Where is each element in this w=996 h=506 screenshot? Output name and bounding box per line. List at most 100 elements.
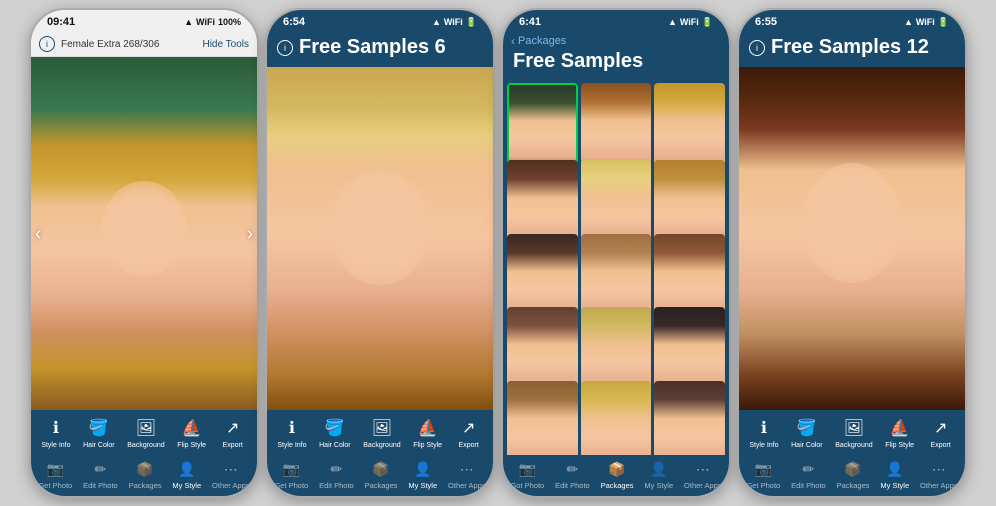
background-tool-2[interactable]: 🖼 Background: [363, 416, 400, 449]
camera-icon-2: 📷: [279, 459, 303, 479]
export-icon-4: ↗: [927, 416, 955, 440]
tab-packages-2[interactable]: 📦 Packages: [365, 459, 398, 490]
other-apps-icon: ⋯: [219, 459, 243, 479]
nav-bar-4: i Free Samples 12: [739, 32, 965, 67]
style-thumb-13[interactable]: 13: [507, 381, 578, 455]
packages-icon-4: 📦: [841, 459, 865, 479]
status-time-1: 09:41: [47, 16, 75, 28]
tab-other-apps-4[interactable]: ⋯ Other Apps: [920, 459, 958, 490]
status-icons-1: ▲ WiFi 100%: [184, 17, 241, 27]
hair-color-tool-2[interactable]: 🪣 Hair Color: [319, 416, 351, 449]
flip-style-icon-4: ⛵: [886, 416, 914, 440]
my-style-icon-3: 👤: [647, 459, 671, 479]
hair-color-tool-4[interactable]: 🪣 Hair Color: [791, 416, 823, 449]
style-info-icon-4: ℹ: [750, 416, 778, 440]
status-icons-3: ▲ WiFi 🔋: [668, 17, 713, 28]
tab-other-apps-3[interactable]: ⋯ Other Apps: [684, 459, 722, 490]
toolbar-1: ℹ Style Info 🪣 Hair Color 🖼 Background ⛵…: [31, 410, 257, 455]
background-icon-4: 🖼: [840, 416, 868, 440]
style-info-tool-2[interactable]: ℹ Style Info: [277, 416, 306, 449]
main-photo-2: [267, 67, 493, 410]
tab-other-apps-1[interactable]: ⋯ Other Apps: [212, 459, 250, 490]
status-time-4: 6:55: [755, 16, 777, 28]
nav-title-3: Free Samples: [513, 50, 643, 72]
phone-2: 6:54 ▲ WiFi 🔋 i Free Samples 6 ℹ Style I…: [265, 8, 495, 498]
tab-get-photo-1[interactable]: 📷 Get Photo: [38, 459, 72, 490]
tab-get-photo-2[interactable]: 📷 Get Photo: [274, 459, 308, 490]
export-tool-4[interactable]: ↗ Export: [927, 416, 955, 449]
nav-title-1: Female Extra 268/306: [61, 39, 159, 50]
status-bar-4: 6:55 ▲ WiFi 🔋: [739, 10, 965, 32]
nav-title-4: Free Samples 12: [771, 36, 929, 59]
back-chevron-3: ‹: [511, 34, 515, 48]
bottom-tabs-3: 📷 Got Photo ✏ Edit Photo 📦 Packages 👤 My…: [503, 455, 729, 496]
flip-style-tool[interactable]: ⛵ Flip Style: [177, 416, 206, 449]
tab-edit-photo-2[interactable]: ✏ Edit Photo: [319, 459, 354, 490]
export-tool-2[interactable]: ↗ Export: [455, 416, 483, 449]
battery-icon: 100%: [218, 17, 241, 27]
status-icons-4: ▲ WiFi 🔋: [904, 17, 949, 28]
battery-icon-4: 🔋: [938, 17, 949, 28]
edit-icon-2: ✏: [324, 459, 348, 479]
tab-my-style-3[interactable]: 👤 My Style: [644, 459, 673, 490]
info-icon-2[interactable]: i: [277, 40, 293, 56]
info-icon-1[interactable]: i: [39, 36, 55, 52]
hair-color-icon-2: 🪣: [321, 416, 349, 440]
tab-my-style-1[interactable]: 👤 My Style: [172, 459, 201, 490]
status-time-2: 6:54: [283, 16, 305, 28]
tab-get-photo-4[interactable]: 📷 Get Photo: [746, 459, 780, 490]
hair-color-tool[interactable]: 🪣 Hair Color: [83, 416, 115, 449]
wifi-icon-3: WiFi: [680, 17, 699, 27]
hide-tools-button[interactable]: Hide Tools: [202, 39, 249, 50]
tab-packages-3[interactable]: 📦 Packages: [601, 459, 634, 490]
export-tool[interactable]: ↗ Export: [219, 416, 247, 449]
nav-bar-2: i Free Samples 6: [267, 32, 493, 67]
toolbar-2: ℹ Style Info 🪣 Hair Color 🖼 Background ⛵…: [267, 410, 493, 455]
style-thumb-14[interactable]: 14: [581, 381, 652, 455]
other-apps-icon-2: ⋯: [455, 459, 479, 479]
my-style-icon-2: 👤: [411, 459, 435, 479]
next-style-arrow[interactable]: ›: [247, 223, 253, 244]
status-time-3: 6:41: [519, 16, 541, 28]
flip-style-tool-2[interactable]: ⛵ Flip Style: [413, 416, 442, 449]
bottom-tabs-2: 📷 Get Photo ✏ Edit Photo 📦 Packages 👤 My…: [267, 455, 493, 496]
background-tool[interactable]: 🖼 Background: [127, 416, 164, 449]
main-photo-4: [739, 67, 965, 410]
tab-edit-photo-3[interactable]: ✏ Edit Photo: [555, 459, 590, 490]
tab-packages-4[interactable]: 📦 Packages: [837, 459, 870, 490]
style-grid: 1 2 3 4 5 6: [503, 79, 729, 455]
status-bar-2: 6:54 ▲ WiFi 🔋: [267, 10, 493, 32]
battery-icon-2: 🔋: [466, 17, 477, 28]
tab-other-apps-2[interactable]: ⋯ Other Apps: [448, 459, 486, 490]
flip-style-tool-4[interactable]: ⛵ Flip Style: [885, 416, 914, 449]
signal-icon-2: ▲: [432, 17, 441, 27]
status-icons-2: ▲ WiFi 🔋: [432, 17, 477, 28]
packages-icon-2: 📦: [369, 459, 393, 479]
camera-icon-4: 📷: [751, 459, 775, 479]
tab-edit-photo-1[interactable]: ✏ Edit Photo: [83, 459, 118, 490]
hair-color-icon-4: 🪣: [793, 416, 821, 440]
style-thumb-15[interactable]: 15: [654, 381, 725, 455]
export-icon-2: ↗: [455, 416, 483, 440]
tab-packages-1[interactable]: 📦 Packages: [129, 459, 162, 490]
prev-style-arrow[interactable]: ‹: [35, 223, 41, 244]
wifi-icon-4: WiFi: [916, 17, 935, 27]
title-bar-3: Free Samples: [503, 48, 729, 79]
signal-icon-3: ▲: [668, 17, 677, 27]
main-photo-1: ‹ ›: [31, 57, 257, 410]
style-info-tool-4[interactable]: ℹ Style Info: [749, 416, 778, 449]
edit-icon-3: ✏: [560, 459, 584, 479]
info-icon-4[interactable]: i: [749, 40, 765, 56]
tab-my-style-2[interactable]: 👤 My Style: [408, 459, 437, 490]
bottom-tabs-1: 📷 Get Photo ✏ Edit Photo 📦 Packages 👤 My…: [31, 455, 257, 496]
tab-edit-photo-4[interactable]: ✏ Edit Photo: [791, 459, 826, 490]
background-tool-4[interactable]: 🖼 Background: [835, 416, 872, 449]
tab-my-style-4[interactable]: 👤 My Style: [880, 459, 909, 490]
style-info-tool[interactable]: ℹ Style Info: [41, 416, 70, 449]
camera-icon: 📷: [43, 459, 67, 479]
back-label-3[interactable]: Packages: [518, 35, 566, 47]
toolbar-4: ℹ Style Info 🪣 Hair Color 🖼 Background ⛵…: [739, 410, 965, 455]
tab-got-photo-3[interactable]: 📷 Got Photo: [510, 459, 544, 490]
my-style-icon: 👤: [175, 459, 199, 479]
flip-style-icon-2: ⛵: [414, 416, 442, 440]
